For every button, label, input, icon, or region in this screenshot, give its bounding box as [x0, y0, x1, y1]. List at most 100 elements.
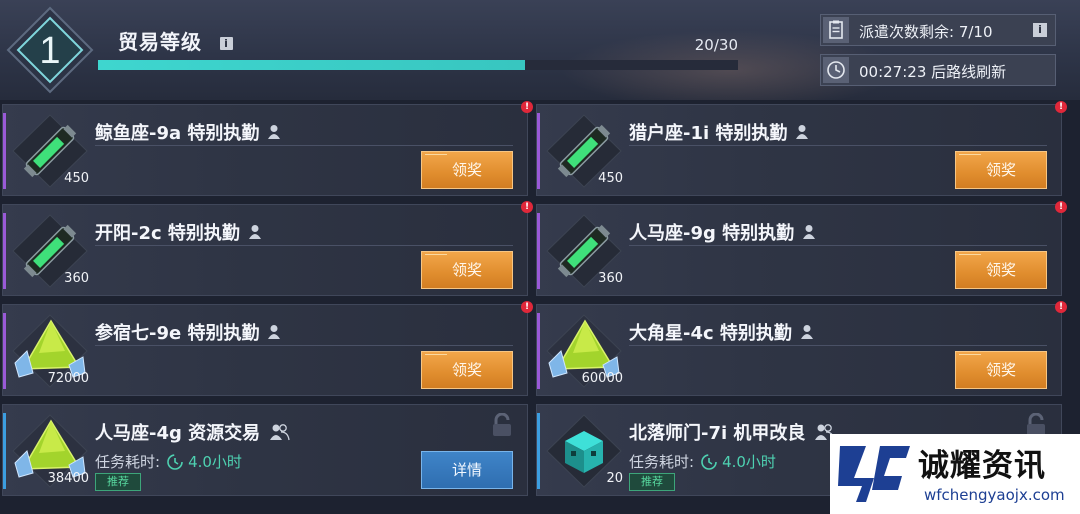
mission-card[interactable]: 360 人马座-9g 特别执勤 ! 领奖: [536, 201, 1067, 296]
person-icon: [802, 224, 816, 245]
level-number: 1: [39, 30, 60, 72]
divider: [629, 345, 1047, 346]
dispatch-info-icon[interactable]: i: [1033, 23, 1047, 37]
mission-title: 猎户座-1i 特别执勤: [629, 119, 809, 145]
mission-title: 大角星-4c 特别执勤: [629, 319, 814, 345]
card-accent: [537, 213, 540, 289]
claim-reward-button[interactable]: 领奖: [421, 351, 513, 389]
divider: [95, 345, 513, 346]
task-duration-value: 4.0小时: [722, 453, 776, 471]
mission-card[interactable]: 60000 大角星-4c 特别执勤 ! 领奖: [536, 301, 1067, 396]
clipboard-icon: [823, 17, 849, 43]
mission-title: 人马座-4g 资源交易: [95, 419, 290, 446]
mission-title: 参宿七-9e 特别执勤: [95, 319, 281, 345]
alert-badge: !: [1055, 201, 1067, 213]
task-duration-label: 任务耗时:: [95, 453, 161, 471]
reward-count: 360: [598, 271, 623, 286]
route-refresh-text: 00:27:23 后路线刷新: [859, 63, 1007, 81]
mission-title-text: 开阳-2c 特别执勤: [95, 223, 240, 244]
claim-button-label: 领奖: [451, 361, 482, 379]
trade-level-header: 1 贸易等级 i 20/30 派遣次数剩余: 7/10 i 00:27:23 后…: [0, 0, 1080, 100]
button-corner-mark: [959, 154, 981, 159]
watermark-title: 诚耀资讯: [918, 448, 1046, 484]
button-corner-mark: [959, 254, 981, 259]
watermark-logo: 诚耀资讯 wfchengyaojx.com: [830, 434, 1080, 514]
clock-icon: [823, 57, 849, 83]
mission-title-text: 人马座-9g 特别执勤: [629, 223, 795, 244]
mission-title: 北落师门-7i 机甲改良: [629, 419, 836, 446]
mission-title-text: 大角星-4c 特别执勤: [629, 323, 792, 344]
divider: [95, 245, 513, 246]
person-icon: [800, 324, 814, 345]
mission-title-text: 鲸鱼座-9a 特别执勤: [95, 123, 260, 144]
lock-icon: [491, 412, 513, 441]
dispatch-count-box: 派遣次数剩余: 7/10 i: [820, 14, 1056, 46]
info-icon[interactable]: i: [219, 37, 233, 50]
card-accent: [537, 313, 540, 389]
dispatch-count-text: 派遣次数剩余: 7/10: [859, 23, 993, 41]
mission-title-text: 北落师门-7i 机甲改良: [629, 423, 806, 444]
reward-count: 38400: [47, 471, 89, 486]
reward-count: 72000: [47, 371, 89, 386]
details-button[interactable]: 详情: [421, 451, 513, 489]
claim-button-label: 领奖: [985, 161, 1016, 179]
divider: [629, 245, 1047, 246]
mission-title: 开阳-2c 特别执勤: [95, 219, 262, 245]
button-corner-mark: [425, 154, 447, 159]
alert-badge: !: [521, 201, 533, 213]
mission-card[interactable]: 450 猎户座-1i 特别执勤 ! 领奖: [536, 101, 1067, 196]
reward-count: 450: [598, 171, 623, 186]
button-corner-mark: [425, 254, 447, 259]
trade-level-label: 贸易等级: [118, 30, 202, 54]
details-button-label: 详情: [451, 461, 482, 479]
divider: [629, 145, 1047, 146]
task-duration: 任务耗时: 4.0小时: [629, 451, 776, 473]
task-duration-value: 4.0小时: [188, 453, 242, 471]
person-icon: [267, 124, 281, 145]
mission-title: 鲸鱼座-9a 特别执勤: [95, 119, 281, 145]
card-accent: [3, 413, 6, 489]
claim-reward-button[interactable]: 领奖: [421, 151, 513, 189]
card-accent: [3, 213, 6, 289]
reward-count: 60000: [581, 371, 623, 386]
card-accent: [3, 313, 6, 389]
button-corner-mark: [959, 354, 981, 359]
claim-reward-button[interactable]: 领奖: [955, 351, 1047, 389]
team-icon: [268, 423, 290, 446]
mission-title-text: 猎户座-1i 特别执勤: [629, 123, 788, 144]
claim-button-label: 领奖: [451, 161, 482, 179]
mission-card[interactable]: 38400 人马座-4g 资源交易 任务耗时: 4.0小时 推荐 详情: [2, 404, 528, 496]
task-duration-label: 任务耗时:: [629, 453, 695, 471]
mission-title-text: 参宿七-9e 特别执勤: [95, 323, 260, 344]
level-badge-icon: 1: [6, 6, 94, 94]
card-accent: [3, 113, 6, 189]
watermark-url: wfchengyaojx.com: [924, 486, 1065, 504]
person-icon: [795, 124, 809, 145]
reward-count: 450: [64, 171, 89, 186]
claim-reward-button[interactable]: 领奖: [955, 151, 1047, 189]
xp-text: 20/30: [694, 36, 738, 54]
person-icon: [267, 324, 281, 345]
alert-badge: !: [521, 301, 533, 313]
divider: [95, 145, 513, 146]
watermark-emblem-icon: [838, 446, 910, 502]
card-accent: [537, 413, 540, 489]
task-duration: 任务耗时: 4.0小时: [95, 451, 242, 473]
xp-progress-fill: [98, 60, 525, 70]
mission-card[interactable]: 450 鲸鱼座-9a 特别执勤 ! 领奖: [2, 101, 533, 196]
recommended-tag: 推荐: [629, 473, 675, 491]
claim-button-label: 领奖: [451, 261, 482, 279]
mission-title: 人马座-9g 特别执勤: [629, 219, 816, 245]
recommended-tag: 推荐: [95, 473, 141, 491]
alert-badge: !: [1055, 301, 1067, 313]
xp-progress-bar: [98, 60, 738, 70]
person-icon: [248, 224, 262, 245]
claim-reward-button[interactable]: 领奖: [421, 251, 513, 289]
mission-card[interactable]: 360 开阳-2c 特别执勤 ! 领奖: [2, 201, 533, 296]
trade-level-title: 贸易等级 i: [118, 26, 233, 55]
claim-button-label: 领奖: [985, 361, 1016, 379]
reward-count: 360: [64, 271, 89, 286]
claim-reward-button[interactable]: 领奖: [955, 251, 1047, 289]
reward-count: 20: [606, 471, 623, 486]
mission-card[interactable]: 72000 参宿七-9e 特别执勤 ! 领奖: [2, 301, 533, 396]
